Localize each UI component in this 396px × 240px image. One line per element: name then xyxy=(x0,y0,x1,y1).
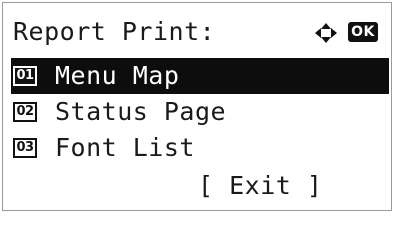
ok-key-icon[interactable]: OK xyxy=(348,22,378,42)
title-bar: Report Print: OK xyxy=(3,3,391,53)
menu-item-status-page[interactable]: 02 Status Page xyxy=(11,94,389,130)
menu-item-menu-map[interactable]: 01 Menu Map xyxy=(11,58,389,94)
item-number-badge: 02 xyxy=(13,102,37,122)
exit-button[interactable]: [ Exit ] xyxy=(198,171,322,201)
menu-item-label: Menu Map xyxy=(55,61,180,90)
menu-item-label: Status Page xyxy=(55,97,227,126)
lcd-screen: Report Print: OK 01 Menu Map 02 Status P… xyxy=(2,2,392,211)
item-number-badge: 01 xyxy=(13,66,37,86)
item-number-badge: 03 xyxy=(13,138,37,158)
menu-item-font-list[interactable]: 03 Font List xyxy=(11,130,389,166)
menu-item-label: Font List xyxy=(55,133,195,162)
four-way-arrow-icon xyxy=(315,23,337,43)
screen-title: Report Print: xyxy=(13,17,216,46)
